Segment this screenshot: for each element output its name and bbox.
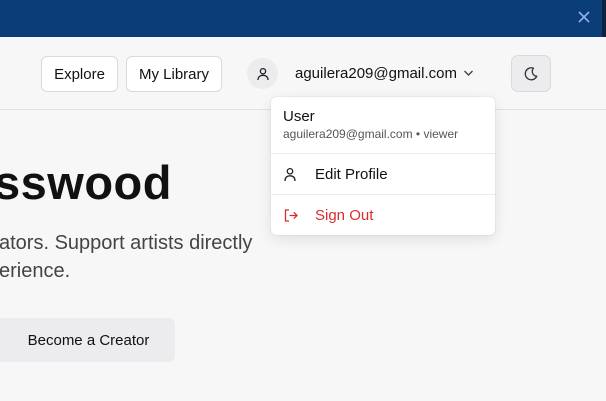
- explore-button[interactable]: Explore: [41, 56, 118, 92]
- user-avatar-button[interactable]: [247, 58, 278, 89]
- dropdown-divider: [271, 153, 495, 154]
- account-dropdown-menu: User aguilera209@gmail.com • viewer Edit…: [271, 97, 495, 235]
- close-icon[interactable]: [576, 9, 592, 25]
- edit-profile-menu-item[interactable]: Edit Profile: [271, 159, 495, 189]
- user-icon: [256, 67, 269, 80]
- theme-toggle-button[interactable]: [511, 55, 551, 92]
- sign-out-label: Sign Out: [315, 206, 374, 224]
- window-title-bar: [0, 0, 606, 37]
- sign-out-menu-item[interactable]: Sign Out: [271, 200, 495, 230]
- account-menu-trigger[interactable]: aguilera209@gmail.com: [295, 63, 474, 83]
- dropdown-divider: [271, 194, 495, 195]
- edit-profile-label: Edit Profile: [315, 165, 388, 183]
- dropdown-user-detail: aguilera209@gmail.com • viewer: [283, 127, 459, 141]
- dropdown-user-heading: User: [283, 108, 315, 125]
- moon-icon: [524, 66, 538, 80]
- user-icon: [284, 167, 296, 181]
- become-creator-button[interactable]: Become a Creator: [0, 318, 175, 362]
- sign-out-icon: [284, 208, 298, 222]
- hero-subtitle-line-2: erience.: [0, 260, 71, 282]
- account-email: aguilera209@gmail.com: [295, 64, 457, 82]
- hero-subtitle-line-1: ators. Support artists directly: [0, 232, 253, 254]
- my-library-button[interactable]: My Library: [126, 56, 222, 92]
- chevron-down-icon: [463, 70, 473, 76]
- hero-title: sswood: [0, 156, 172, 209]
